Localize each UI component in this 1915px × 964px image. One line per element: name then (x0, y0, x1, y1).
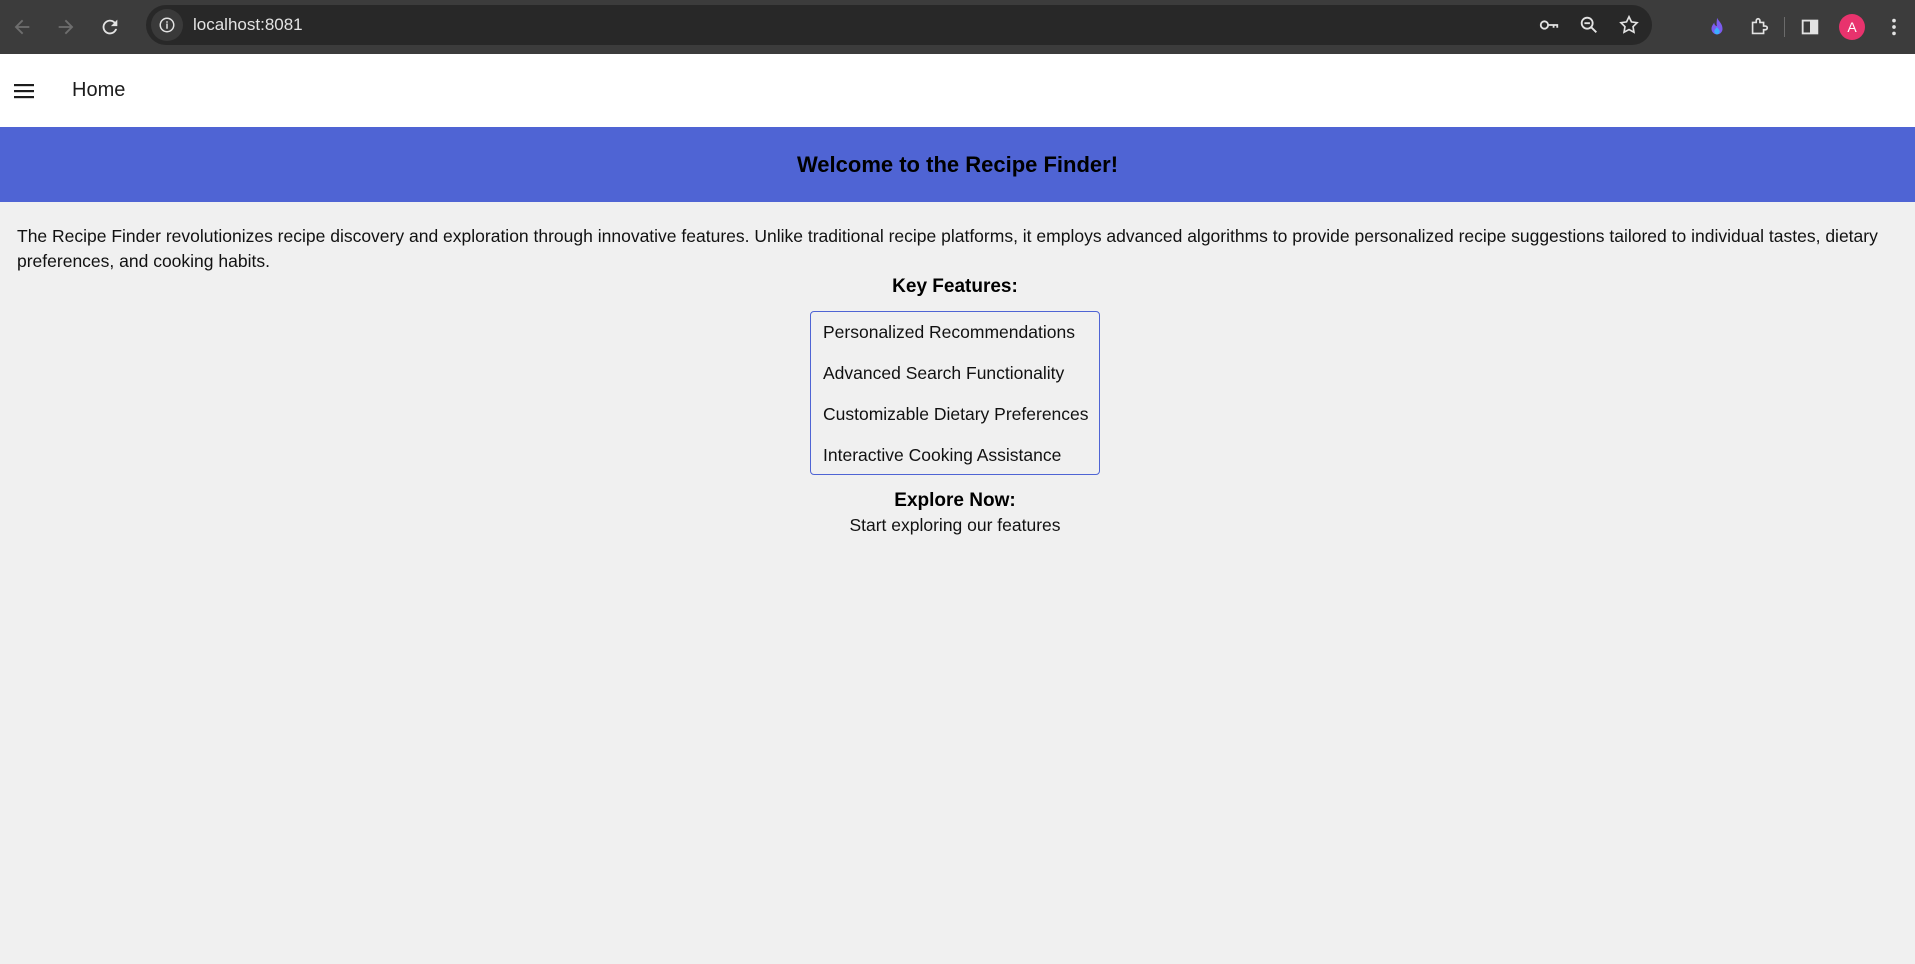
forward-icon (58, 19, 74, 35)
forward-button[interactable] (44, 5, 88, 49)
app-header: Home (0, 54, 1915, 127)
feature-item: Interactive Cooking Assistance (823, 445, 1062, 465)
extensions-puzzle-icon (1751, 17, 1769, 35)
welcome-banner: Welcome to the Recipe Finder! (0, 127, 1915, 202)
site-info-button[interactable] (151, 9, 183, 41)
url-text[interactable]: localhost:8081 (193, 15, 303, 35)
zoom-button[interactable] (1576, 12, 1602, 38)
reload-icon (102, 19, 118, 35)
key-features-heading: Key Features: (892, 276, 1018, 297)
more-menu-button[interactable] (1873, 6, 1915, 48)
welcome-heading: Welcome to the Recipe Finder! (796, 151, 1119, 177)
profile-avatar: A (1839, 14, 1865, 40)
back-icon (14, 19, 30, 35)
feature-item: Customizable Dietary Preferences (823, 404, 1089, 424)
explore-subtitle: Start exploring our features (849, 515, 1061, 535)
back-button[interactable] (0, 5, 44, 49)
side-panel-icon (1801, 19, 1819, 35)
reload-button[interactable] (88, 5, 132, 49)
extensions-button[interactable] (1738, 6, 1780, 48)
more-menu-icon (1892, 18, 1896, 36)
feature-item: Personalized Recommendations (823, 322, 1075, 342)
site-info-icon (159, 17, 175, 33)
page-title: Home (72, 79, 126, 101)
address-bar[interactable]: localhost:8081 (146, 5, 1652, 45)
toolbar-divider (1784, 17, 1785, 37)
intro-paragraph: The Recipe Finder revolutionizes recipe … (17, 226, 1878, 271)
password-key-icon (1539, 20, 1559, 30)
zoom-icon (1580, 16, 1597, 33)
hamburger-menu-icon (14, 83, 34, 98)
feature-item: Advanced Search Functionality (823, 363, 1065, 383)
bookmark-button[interactable] (1616, 12, 1642, 38)
password-key-button[interactable] (1536, 12, 1562, 38)
extension-flame-icon (1711, 17, 1723, 35)
menu-button[interactable] (0, 67, 48, 115)
side-panel-button[interactable] (1789, 6, 1831, 48)
extension-flame-button[interactable] (1696, 6, 1738, 48)
profile-button[interactable]: A (1831, 6, 1873, 48)
features-list: Personalized Recommendations Advanced Se… (810, 311, 1100, 475)
explore-heading: Explore Now: (894, 490, 1016, 511)
bookmark-star-icon (1619, 14, 1639, 34)
browser-toolbar: localhost:8081 A (0, 0, 1915, 54)
